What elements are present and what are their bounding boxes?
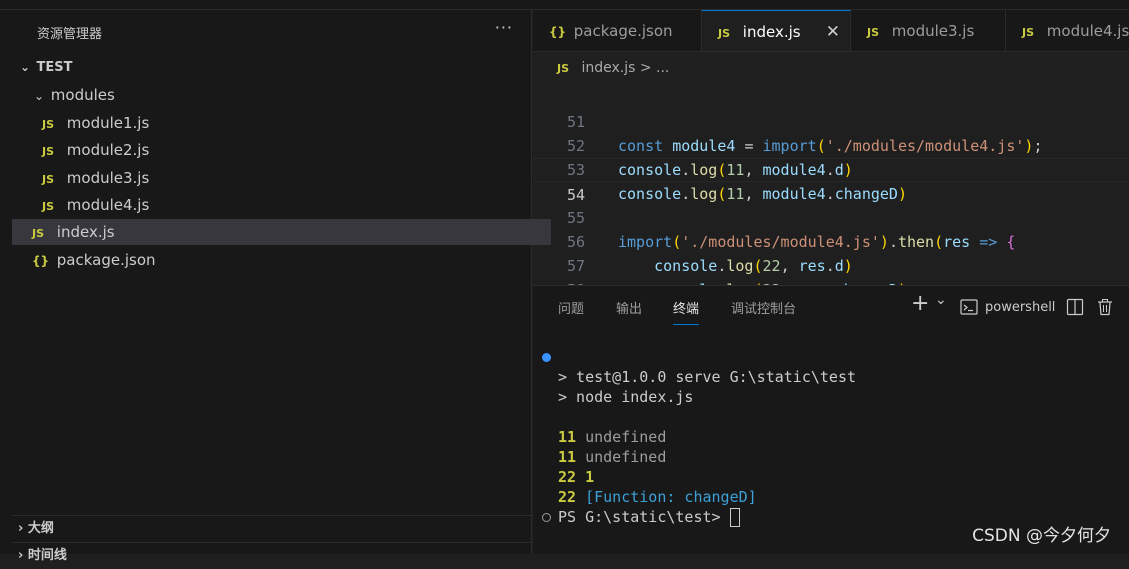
tab-module3-js[interactable]: JS module3.js xyxy=(851,10,1006,51)
root-folder-label: TEST xyxy=(36,60,73,75)
outline-label: 大纲 xyxy=(27,521,54,536)
timeline-label: 时间线 xyxy=(27,548,67,563)
output-number: 22 xyxy=(558,488,577,506)
js-file-icon: JS xyxy=(867,26,880,39)
tree-file-module4[interactable]: JS module4.js xyxy=(12,192,561,218)
code-line: 57 console.log(22, res.changeD) xyxy=(533,230,1129,299)
code-line-current: 54 xyxy=(533,158,1129,204)
breadcrumb-rest: > ... xyxy=(639,60,670,76)
more-actions-icon[interactable]: ··· xyxy=(495,18,513,37)
tab-problems[interactable]: 问题 xyxy=(558,298,584,324)
tab-output[interactable]: 输出 xyxy=(616,298,642,324)
tab-terminal[interactable]: 终端 xyxy=(673,298,700,325)
code-editor[interactable]: 51 const module4 = import('./modules/mod… xyxy=(533,86,1129,323)
js-file-icon: JS xyxy=(42,200,55,213)
json-file-icon: {} xyxy=(32,254,50,268)
code-line: 52 console.log(11, module4.d) xyxy=(533,110,1129,179)
output-value: 1 xyxy=(585,468,595,486)
tree-file-package[interactable]: {} package.json xyxy=(12,247,551,273)
watermark: CSDN @今夕何夕 xyxy=(972,526,1111,546)
tab-package-json[interactable]: {} package.json xyxy=(533,10,702,51)
chevron-right-icon: › xyxy=(18,548,24,563)
js-file-icon: JS xyxy=(1022,26,1035,39)
tab-index-js[interactable]: JS index.js ✕ xyxy=(702,10,851,51)
timeline-section[interactable]: › 时间线 xyxy=(12,542,537,569)
tab-debug-console[interactable]: 调试控制台 xyxy=(731,298,796,324)
terminal-output-row: 22 1 xyxy=(558,467,594,487)
code-line: 53 console.log(11, module4.changeD) xyxy=(533,134,1129,203)
js-file-icon: JS xyxy=(557,62,570,75)
chevron-right-icon: › xyxy=(18,521,24,536)
explorer-title: 资源管理器 xyxy=(37,27,103,42)
breadcrumb[interactable]: JS index.js > ... xyxy=(557,56,669,80)
activity-bar xyxy=(0,10,12,554)
split-terminal-icon[interactable] xyxy=(1066,298,1084,320)
js-file-icon: JS xyxy=(42,173,55,186)
tree-file-module1[interactable]: JS module1.js xyxy=(12,110,561,136)
tree-root-test[interactable]: ⌄ TEST xyxy=(12,54,537,80)
terminal-line: > test@1.0.0 serve G:\static\test xyxy=(558,368,857,386)
terminal-cursor xyxy=(729,508,740,527)
tree-file-index[interactable]: JS index.js xyxy=(12,219,551,245)
json-file-icon: {} xyxy=(549,25,567,39)
chevron-down-icon: ⌄ xyxy=(19,60,31,74)
close-icon[interactable]: ✕ xyxy=(826,11,840,51)
terminal-output-row: 22 [Function: changeD] xyxy=(558,487,757,507)
breadcrumb-file[interactable]: index.js xyxy=(581,60,635,76)
file-label: module3.js xyxy=(66,169,150,187)
output-value: [Function: changeD] xyxy=(585,488,757,506)
command-pending-icon xyxy=(542,513,551,522)
shell-name[interactable]: powershell xyxy=(985,300,1055,315)
tab-module4-js[interactable]: JS module4.js xyxy=(1006,10,1129,51)
tab-label: index.js xyxy=(742,23,801,41)
code-line: 51 const module4 = import('./modules/mod… xyxy=(533,86,1129,155)
add-terminal-icon[interactable]: + xyxy=(911,293,929,315)
command-success-icon xyxy=(542,353,551,362)
js-file-icon: JS xyxy=(718,27,731,40)
terminal-prompt-line[interactable]: PS G:\static\test> xyxy=(558,507,740,527)
file-label: index.js xyxy=(56,223,115,241)
terminal-prompt: PS G:\static\test> xyxy=(558,508,730,526)
tree-file-module2[interactable]: JS module2.js xyxy=(12,137,561,163)
file-label: package.json xyxy=(56,251,156,269)
outline-section[interactable]: › 大纲 xyxy=(12,515,537,542)
folder-label: modules xyxy=(50,86,115,104)
output-number: 11 xyxy=(558,448,577,466)
bottom-panel: 问题 输出 终端 调试控制台 + ⌄ powershell > test@1.0… xyxy=(533,285,1129,554)
explorer-sidebar: 资源管理器 ··· ⌄ TEST ⌄ modules JS module1.js… xyxy=(12,10,551,563)
output-number: 22 xyxy=(558,468,577,486)
tree-file-module3[interactable]: JS module3.js xyxy=(12,165,561,191)
js-file-icon: JS xyxy=(42,145,55,158)
editor-tabs: {} package.json JS index.js ✕ JS module3… xyxy=(533,10,1129,52)
trash-icon[interactable] xyxy=(1096,298,1114,320)
file-label: module2.js xyxy=(66,141,150,159)
code-line: 55 import('./modules/module4.js').then(r… xyxy=(533,182,1129,251)
file-label: module1.js xyxy=(66,114,150,132)
tab-label: package.json xyxy=(573,22,673,40)
code-line: 56 console.log(22, res.d) xyxy=(533,206,1129,275)
js-file-icon: JS xyxy=(42,118,55,131)
terminal-output-row: 11 undefined xyxy=(558,427,666,447)
terminal-icon xyxy=(960,298,978,320)
tab-label: module4.js xyxy=(1046,22,1129,40)
terminal-line: > node index.js xyxy=(558,388,694,406)
js-file-icon: JS xyxy=(32,227,45,240)
code-line: 58 }) xyxy=(533,254,1129,323)
chevron-down-icon: ⌄ xyxy=(33,89,45,103)
output-value: undefined xyxy=(585,448,667,466)
window-top-strip xyxy=(0,0,1129,10)
chevron-down-icon[interactable]: ⌄ xyxy=(935,292,947,308)
file-label: module4.js xyxy=(66,196,150,214)
tree-folder-modules[interactable]: ⌄ modules xyxy=(12,82,551,108)
output-value: undefined xyxy=(585,428,667,446)
terminal-output-row: 11 undefined xyxy=(558,447,666,467)
tab-label: module3.js xyxy=(891,22,975,40)
output-number: 11 xyxy=(558,428,577,446)
